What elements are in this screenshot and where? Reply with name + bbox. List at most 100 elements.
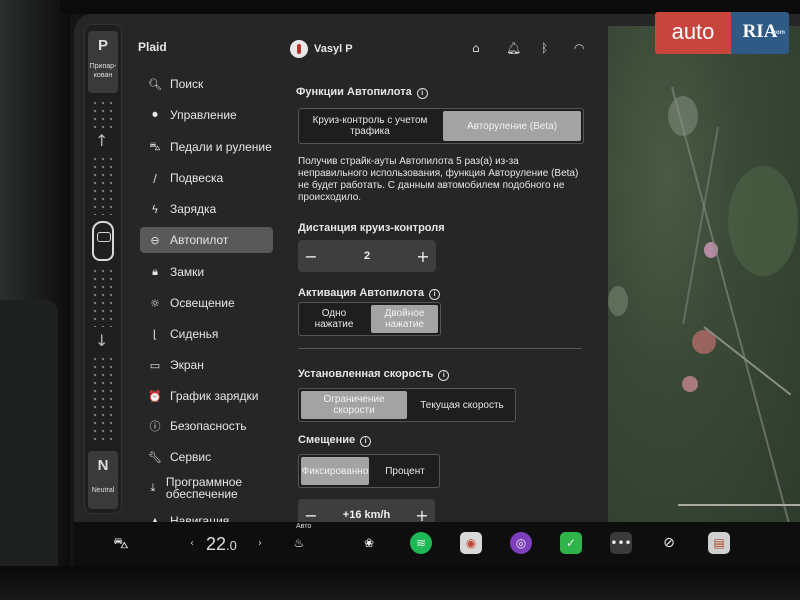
- sidebar-item[interactable]: 🔒︎ Замки: [140, 259, 273, 285]
- cruise-distance-stepper[interactable]: − 2 +: [298, 240, 436, 272]
- home-icon[interactable]: ⌂: [472, 41, 480, 55]
- map-road: [682, 126, 719, 325]
- set-speed-segmented-control[interactable]: Ограничение скорости Текущая скорость: [298, 388, 516, 422]
- fan-icon[interactable]: ❀: [358, 532, 380, 554]
- temperature-value: 22: [206, 534, 227, 554]
- info-icon[interactable]: i: [360, 436, 372, 447]
- arrow-down-icon: ↓: [95, 331, 109, 350]
- gear-park-label: Припар-кован: [89, 63, 117, 79]
- sun-icon: ☼: [150, 296, 160, 310]
- spotify-icon[interactable]: ≋: [410, 532, 432, 554]
- car-interior-left: [0, 0, 70, 600]
- camera-icon[interactable]: ◉: [460, 532, 482, 554]
- temp-down-chevron-icon[interactable]: ‹: [190, 538, 194, 549]
- sidebar-item[interactable]: ∕ Подвеска: [140, 165, 273, 191]
- gear-selector-strip[interactable]: P Припар-кован ↑ ↓ N Neutral: [84, 24, 122, 514]
- map-road: [703, 326, 792, 396]
- offset-value: +16 km/h: [342, 509, 391, 521]
- suspension-icon: ∕: [153, 171, 157, 185]
- car-icon[interactable]: ⛍: [108, 532, 134, 554]
- alarm-clock-icon: ⏰: [148, 389, 162, 403]
- sidebar-item[interactable]: ⏺ Управление: [140, 102, 273, 128]
- offset-title-text: Смещение: [298, 434, 356, 446]
- offset-title: Смещение i: [298, 434, 372, 447]
- bell-icon[interactable]: 🔔︎: [506, 41, 521, 55]
- option-autosteer[interactable]: Авторуление (Beta): [443, 111, 581, 141]
- info-icon[interactable]: i: [429, 289, 441, 300]
- wifi-icon[interactable]: ◠: [574, 41, 584, 55]
- gear-dots: [91, 355, 115, 445]
- display-icon: ▭: [149, 358, 161, 372]
- option-fixed[interactable]: Фиксированно: [301, 457, 369, 485]
- gear-neutral-label: Neutral: [91, 487, 115, 494]
- avatar[interactable]: [290, 40, 308, 58]
- set-speed-title-text: Установленная скорость: [298, 368, 434, 380]
- more-icon[interactable]: •••: [610, 532, 632, 554]
- option-speed-limit[interactable]: Ограничение скорости: [301, 391, 407, 419]
- strikeout-warning: Получив страйк-ауты Автопилота 5 раз(а) …: [298, 156, 579, 203]
- map-terrain: [682, 376, 698, 392]
- sidebar-item[interactable]: ⊖ Автопилот: [140, 227, 273, 253]
- bluetooth-icon[interactable]: ᛒ: [541, 41, 548, 55]
- watermark-domain: .com: [770, 30, 785, 36]
- sidebar-item[interactable]: ☼ Освещение: [140, 290, 273, 316]
- option-percent[interactable]: Процент: [371, 455, 439, 487]
- car-icon: ⛍: [149, 139, 161, 153]
- activation-segmented-control[interactable]: Одно нажатие Двойное нажатие: [298, 302, 441, 336]
- sidebar-item[interactable]: ⏰ График зарядки: [140, 383, 273, 409]
- info-circle-icon: ⓘ: [149, 420, 161, 433]
- watermark-auto: auto: [655, 12, 731, 54]
- option-double-press[interactable]: Двойное нажатие: [371, 305, 438, 333]
- features-title-text: Функции Автопилота: [296, 86, 412, 98]
- info-icon[interactable]: i: [438, 370, 450, 381]
- lock-icon: 🔒︎: [152, 265, 158, 278]
- sidebar-item[interactable]: ▭ Экран: [140, 352, 273, 378]
- sidebar-item-label: График зарядки: [170, 389, 259, 403]
- gear-dots: [91, 99, 115, 129]
- card-icon[interactable]: ▤: [708, 532, 730, 554]
- temp-up-chevron-icon[interactable]: ›: [258, 538, 262, 549]
- gear-park[interactable]: P Припар-кован: [88, 31, 118, 93]
- sidebar-item[interactable]: 🔍︎ Поиск: [140, 71, 273, 97]
- touchscreen: P Припар-кован ↑ ↓ N Neutral Plaid 🔍︎ Пои…: [74, 14, 800, 566]
- steering-wheel-icon: ⊖: [150, 233, 160, 247]
- gear-neutral-letter: N: [97, 457, 109, 474]
- set-speed-title: Установленная скорость i: [298, 368, 450, 381]
- satellite-map[interactable]: [608, 26, 800, 530]
- user-name[interactable]: Vasyl P: [314, 43, 353, 55]
- bottom-taskbar: ⛍ ‹ 22.0 › Авто ♨ ❀ ≋ ◉ ◎ ✓ ••• ⊘ ▤: [74, 522, 800, 566]
- option-traffic-aware-cruise[interactable]: Круиз-контроль с учетом трафика: [299, 109, 441, 143]
- sidebar-item[interactable]: ⌊ Сиденья: [140, 321, 273, 347]
- watermark-ria: RIA .com: [731, 12, 789, 54]
- cabin-temperature[interactable]: 22.0: [206, 534, 237, 555]
- map-road: [678, 504, 800, 506]
- cruise-distance-title: Дистанция круиз-контроля: [298, 222, 445, 234]
- sidebar-item[interactable]: ⤓ Программное обеспечение: [140, 475, 273, 501]
- gear-dots: [91, 267, 115, 327]
- option-single-press[interactable]: Одно нажатие: [299, 303, 369, 335]
- seat-heater-icon[interactable]: ♨: [288, 532, 310, 554]
- sidebar-item-label: Замки: [170, 265, 205, 279]
- features-title: Функции Автопилота i: [296, 86, 428, 99]
- sidebar-item-label: Программное обеспечение: [165, 475, 243, 501]
- calendar-icon[interactable]: ✓: [560, 532, 582, 554]
- offset-segmented-control[interactable]: Фиксированно Процент: [298, 454, 440, 488]
- sidebar-item-label: Педали и руление: [170, 140, 272, 154]
- media-icon[interactable]: ◎: [510, 532, 532, 554]
- gear-neutral[interactable]: N Neutral: [88, 451, 118, 509]
- activation-title: Активация Автопилота i: [298, 287, 441, 300]
- autoria-watermark: auto RIA .com: [655, 12, 789, 54]
- decrease-button[interactable]: −: [298, 247, 324, 266]
- features-segmented-control[interactable]: Круиз-контроль с учетом трафика Авторуле…: [298, 108, 584, 144]
- sidebar-item[interactable]: ⛍ Педали и руление: [140, 134, 273, 160]
- car-top-view-icon: [92, 221, 114, 261]
- option-current-speed[interactable]: Текущая скорость: [409, 389, 515, 421]
- disconnected-icon[interactable]: ⊘: [658, 532, 680, 554]
- sidebar-item[interactable]: 🔧︎ Сервис: [140, 444, 273, 470]
- sidebar-item[interactable]: ⓘ Безопасность: [140, 413, 273, 439]
- info-icon[interactable]: i: [416, 88, 428, 99]
- sidebar-item[interactable]: ϟ Зарядка: [140, 196, 273, 222]
- activation-title-text: Активация Автопилота: [298, 287, 425, 299]
- section-divider: [298, 348, 582, 349]
- increase-button[interactable]: +: [410, 247, 436, 266]
